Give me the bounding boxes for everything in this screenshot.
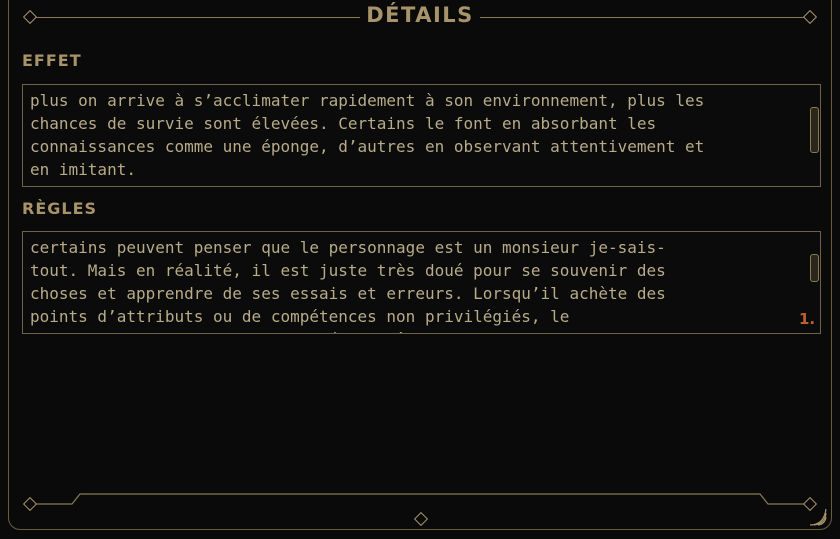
footer-ornament: [36, 493, 806, 505]
resize-corner-icon[interactable]: [808, 507, 828, 527]
